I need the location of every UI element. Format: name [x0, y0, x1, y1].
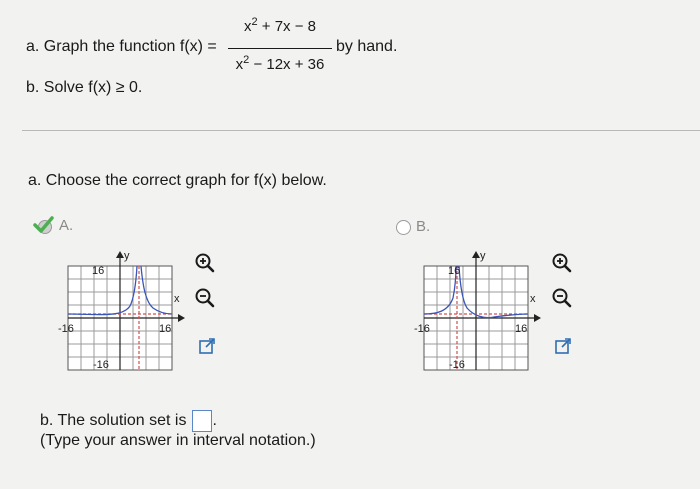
graph-a-popout-button[interactable] [194, 333, 220, 359]
solution-set-prompt: b. The solution set is [40, 412, 187, 429]
graph-a-ymax-label: 16 [92, 265, 104, 277]
graph-a-ymin-label: -16 [93, 359, 109, 371]
interval-notation-hint: (Type your answer in interval notation.) [40, 432, 316, 449]
graph-b-xmin-label: -16 [414, 323, 430, 335]
graph-option-b: y x 16 -16 16 -16 [414, 250, 541, 371]
section-divider [22, 130, 700, 131]
graph-b-zoom-out-button[interactable] [549, 285, 575, 311]
zoom-in-icon [195, 253, 215, 273]
graph-b-ymin-label: -16 [449, 359, 465, 371]
denominator: x2 − 12x + 36 [235, 54, 325, 73]
part-a-prompt: a. Graph the function f(x) = [26, 38, 217, 55]
option-a-radio[interactable]: A. [32, 216, 82, 236]
graph-b-xmax-label: 16 [515, 323, 527, 335]
graph-b-zoom-in-button[interactable] [549, 250, 575, 276]
graph-b-ymax-label: 16 [448, 265, 460, 277]
solution-set-row: b. The solution set is . [40, 410, 217, 432]
part-b-prompt: b. Solve f(x) ≥ 0. [26, 79, 143, 96]
graph-a-xmax-label: 16 [159, 323, 171, 335]
graph-a-xmin-label: -16 [58, 323, 74, 335]
graph-option-a: y x 16 -16 16 -16 [58, 250, 185, 371]
graph-a-zoom-in-button[interactable] [192, 250, 218, 276]
graph-a-zoom-out-button[interactable] [192, 285, 218, 311]
graph-a-x-label: x [174, 293, 180, 305]
graph-b-y-label: y [480, 250, 486, 262]
option-b-label: B. [416, 218, 431, 235]
option-a-label: A. [59, 217, 74, 234]
zoom-out-icon [195, 288, 215, 308]
graph-a-y-label: y [124, 250, 130, 262]
choose-graph-prompt: a. Choose the correct graph for f(x) bel… [28, 172, 327, 189]
fraction-bar [228, 48, 332, 49]
part-a-suffix: by hand. [336, 38, 398, 55]
solution-set-input[interactable] [192, 410, 213, 432]
zoom-in-icon [552, 253, 572, 273]
option-b-radio[interactable]: B. [396, 218, 446, 238]
graph-b-x-label: x [530, 293, 536, 305]
checkmark-icon [33, 216, 54, 234]
function-fraction: x2 + 7x − 8 x2 − 12x + 36 [228, 16, 332, 78]
solution-set-period: . [212, 412, 217, 429]
popout-icon [555, 338, 571, 354]
numerator: x2 + 7x − 8 [244, 16, 316, 35]
zoom-out-icon [552, 288, 572, 308]
option-b-radio-circle[interactable] [396, 220, 411, 235]
popout-icon [199, 338, 215, 354]
graph-b-popout-button[interactable] [550, 333, 576, 359]
